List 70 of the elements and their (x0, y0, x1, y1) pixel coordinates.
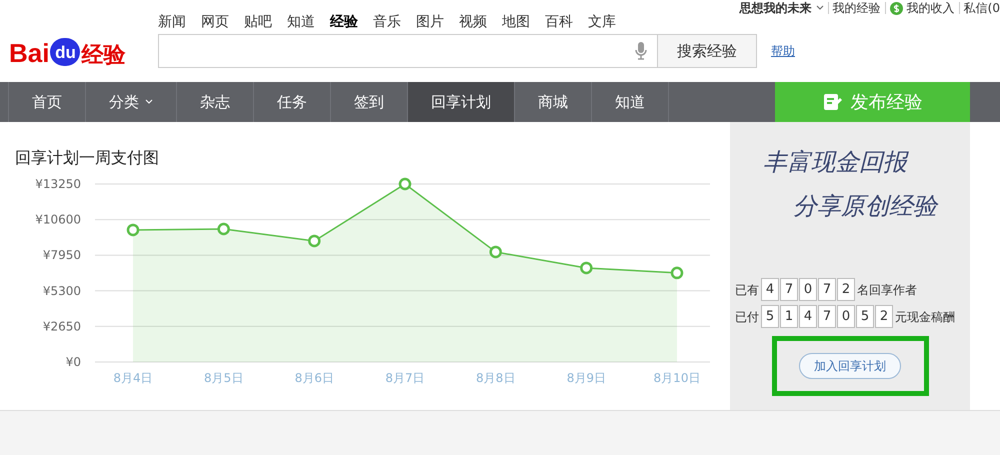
main-nav-tab[interactable]: 回享计划 (407, 82, 514, 122)
top-nav-link[interactable]: 地图 (502, 12, 530, 34)
main-nav-tab[interactable]: 任务 (253, 82, 330, 122)
slogan-text: 分享原创经验 (793, 191, 937, 222)
data-point (489, 246, 502, 258)
counter-label: 已付 (735, 308, 759, 326)
counter-label: 名回享作者 (857, 282, 917, 298)
main-nav-tab[interactable]: 杂志 (176, 82, 253, 122)
top-nav-link[interactable]: 视频 (459, 12, 487, 34)
search-button[interactable]: 搜索经验 (658, 34, 757, 68)
top-nav-link[interactable]: 新闻 (158, 12, 186, 34)
x-tick-label: 8月8日 (476, 371, 516, 385)
digit-tile: 7 (780, 278, 798, 301)
digit-tile: 5 (761, 305, 779, 328)
digit-tile: 2 (837, 278, 855, 301)
counter-label: 已有 (735, 282, 759, 298)
data-point (126, 224, 140, 236)
digit-tile: 1 (780, 305, 798, 328)
x-tick-label: 8月7日 (385, 371, 425, 385)
caret-icon (145, 99, 153, 105)
top-nav-link[interactable]: 经验 (330, 12, 358, 34)
data-point (580, 262, 593, 274)
top-nav-link[interactable]: 文库 (588, 12, 616, 34)
y-tick-label: ¥5300 (42, 284, 81, 298)
data-point (670, 266, 684, 280)
main-nav-tab[interactable]: 知道 (591, 82, 668, 122)
x-tick-label: 8月10日 (654, 371, 700, 385)
digit-tile: 2 (875, 305, 893, 328)
slogan-text: 丰富现金回报 (763, 147, 910, 178)
main-nav-tab[interactable]: 分类 (85, 82, 176, 122)
x-tick-label: 8月4日 (113, 371, 153, 385)
edit-icon (822, 92, 842, 112)
main-nav-tab[interactable]: 商城 (514, 82, 591, 122)
join-button[interactable]: 加入回享计划 (799, 353, 901, 379)
digit-tile: 7 (818, 278, 836, 301)
top-nav-link[interactable]: 图片 (416, 12, 444, 34)
user-link[interactable]: 我的经验 (832, 0, 881, 16)
data-point (308, 234, 321, 248)
data-point (398, 178, 412, 190)
help-link[interactable]: 帮助 (771, 42, 795, 60)
x-tick-label: 8月9日 (566, 371, 606, 385)
x-tick-label: 8月6日 (294, 371, 334, 385)
main-nav-tab[interactable]: 首页 (8, 82, 85, 122)
y-tick-label: ¥10600 (35, 212, 81, 227)
baidu-logo[interactable]: Bai du 经验 (9, 38, 126, 66)
top-nav-link[interactable]: 贴吧 (244, 12, 272, 34)
counter-label: 元现金稿酬 (895, 308, 955, 326)
search-field[interactable] (158, 34, 658, 68)
digit-tile: 5 (856, 305, 874, 328)
digit-tile: 0 (837, 305, 855, 328)
y-tick-label: ¥2650 (42, 319, 81, 334)
username[interactable]: 思想我的未来 (740, 0, 812, 16)
user-link[interactable]: 我的收入 (906, 0, 955, 16)
x-tick-label: 8月5日 (204, 371, 244, 385)
top-nav-link[interactable]: 百科 (545, 12, 573, 34)
microphone-icon[interactable] (635, 42, 647, 60)
y-tick-label: ¥13250 (35, 177, 81, 191)
digit-tile: 4 (761, 278, 779, 301)
digit-tile: 0 (799, 278, 817, 301)
caret-icon[interactable] (816, 5, 824, 11)
y-tick-label: ¥7950 (42, 248, 81, 262)
top-nav-link[interactable]: 网页 (201, 12, 229, 34)
data-point (217, 222, 230, 236)
chart-title: 回享计划一周支付图 (15, 147, 160, 169)
digit-tile: 4 (799, 305, 817, 328)
y-tick-label: ¥0 (66, 355, 81, 369)
top-nav-link[interactable]: 音乐 (373, 12, 401, 34)
top-nav-link[interactable]: 知道 (287, 12, 315, 34)
digit-tile: 7 (818, 305, 836, 328)
user-link[interactable]: 私信(0 (964, 0, 1000, 16)
